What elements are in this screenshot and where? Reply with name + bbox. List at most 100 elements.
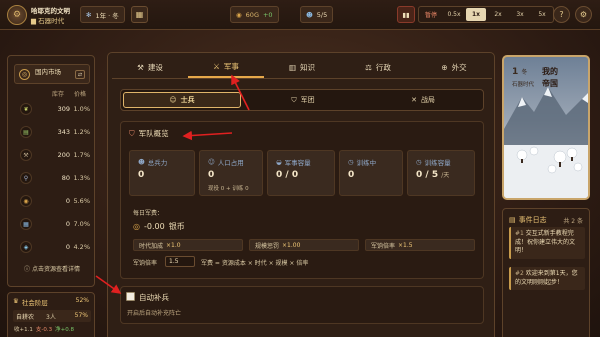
crown-icon: ♛ [13, 297, 19, 305]
tab-label: 外交 [451, 63, 467, 72]
resource-price: 1.3% [73, 174, 90, 182]
tab-1[interactable]: ⚔ 军事 [188, 57, 264, 78]
stat-card: ◷ 训练容量 0 / 5 /天 [407, 150, 475, 196]
population-pill[interactable]: ☻ 5/5 [300, 6, 334, 23]
upkeep-value: ◎ -0.00 银币 [133, 221, 185, 232]
subtab-0[interactable]: ☺ 士兵 [123, 92, 241, 108]
stat-card: ☺ 人口占用 0 现役 0 + 训练 0 [199, 150, 263, 196]
bonus-chip: 规模惩罚 ×1.00 [249, 239, 359, 251]
empire-season-word: 冬 [521, 69, 528, 76]
main-panel: ⚒ 建设 ⚔ 军事 ▥ 知识 ⚖ 行政 ⊕ 外交 ☺ 士兵 ⛉ 军团 ✕ 战局 ⛉ 军队概览 ☻ 总兵力 0 ☺… [107, 52, 495, 337]
globe-icon: ⊕ [441, 63, 448, 72]
tab-3[interactable]: ⚖ 行政 [340, 57, 416, 78]
auto-recruit-checkbox[interactable] [126, 292, 135, 301]
coin-icon: ◉ [236, 10, 242, 19]
stat-unit: /天 [441, 172, 450, 179]
event-log-title-text: 事件日志 [518, 216, 547, 224]
class-expense: 支-0.3 [35, 327, 53, 333]
wage-multiplier-input[interactable]: 1.5 [165, 256, 195, 267]
log-icon: ▤ [20, 126, 32, 138]
tool-icon: ⚲ [20, 172, 32, 184]
subtab-2[interactable]: ✕ 战局 [365, 92, 481, 108]
resource-row[interactable]: ▤ 343 1.2% [14, 124, 92, 141]
social-class-row[interactable]: 自耕农 3人 57% [13, 310, 91, 322]
main-tabs: ⚒ 建设 ⚔ 军事 ▥ 知识 ⚖ 行政 ⊕ 外交 [112, 57, 492, 79]
gear-icon[interactable]: ⚙ [575, 6, 592, 23]
bonus-chip: 军饷倍率 ×1.5 [365, 239, 475, 251]
speed-2x[interactable]: 2x [488, 8, 508, 21]
subtab-1[interactable]: ⛉ 军团 [245, 92, 361, 108]
empire-name: 我的 帝国 [542, 67, 558, 88]
speed-3x[interactable]: 3x [510, 8, 530, 21]
resource-row[interactable]: ❦ 309 1.0% [14, 101, 92, 118]
upkeep-unit: 银币 [168, 222, 185, 231]
speed-1x[interactable]: 1x [466, 8, 486, 21]
pickaxe-icon: ⚒ [20, 149, 32, 161]
social-pct: 52% [75, 297, 89, 304]
bonus-value: ×1.0 [166, 241, 181, 249]
market-toggle-button[interactable]: ⇄ [75, 70, 85, 79]
tab-label: 建设 [147, 63, 163, 72]
clock-icon: ◷ [416, 158, 422, 166]
civ-name: 哈耶克的文明 [31, 7, 70, 15]
social-title: ♛ 社会阶层 [13, 297, 48, 307]
resource-row[interactable]: ◈ 0 4.2% [14, 239, 92, 256]
money-pill[interactable]: ◉ 60G +0 [230, 6, 279, 23]
class-finance: 收+1.1 支-0.3 净+0.8 [14, 325, 74, 333]
resource-row[interactable]: ◉ 0 5.6% [14, 193, 92, 210]
user-icon: ☺ [208, 158, 215, 166]
class-count: 3人 [46, 314, 56, 321]
col-stock: 库存 [52, 91, 65, 98]
event-item[interactable]: #1 交互式新手教程完成！祝你建立伟大的文明！ [509, 227, 585, 259]
event-count: 共 2 条 [563, 218, 583, 225]
tab-label: 军事 [223, 62, 239, 71]
tab-0[interactable]: ⚒ 建设 [112, 57, 188, 78]
stat-label: ☻ 总兵力 [138, 157, 167, 167]
subtab-label: 战局 [420, 96, 435, 104]
resource-row[interactable]: ▦ 0 7.0% [14, 216, 92, 233]
help-icon[interactable]: ? [553, 6, 570, 23]
event-num: #1 [515, 230, 524, 237]
top-bar: ⚙ 哈耶克的文明 ▆ 石器时代 ✻ 1年 · 冬 ▦ ◉ 60G +0 ☻ 5/… [0, 0, 600, 30]
pause-icon[interactable]: ▮▮ [397, 6, 415, 23]
scroll-icon: ▤ [509, 216, 516, 224]
building-icon: ▆ [31, 17, 36, 25]
resource-stock: 0 [65, 243, 70, 251]
resource-stock: 200 [57, 151, 70, 159]
era-label: 石器时代 [38, 17, 65, 25]
tab-label: 行政 [375, 63, 391, 72]
resource-price: 7.0% [73, 220, 90, 228]
resource-row[interactable]: ⚲ 80 1.3% [14, 170, 92, 187]
coin-stack-icon: ◎ [133, 222, 140, 231]
coin-icon: ◉ [20, 195, 32, 207]
stat-value-text: 0 / 5 [416, 170, 439, 180]
helmet-icon: ◒ [276, 158, 282, 166]
army-overview-title-text: 军队概览 [138, 129, 169, 138]
social-panel: ♛ 社会阶层 52% 自耕农 3人 57% 收+1.1 支-0.3 净+0.8 [7, 292, 95, 337]
event-item[interactable]: #2 欢迎来到第1天，您的文明刚刚起步！ [509, 267, 585, 290]
speed-controls: 暂停 0.5x 1x 2x 3x 5x [418, 6, 554, 23]
market-footer: ⓘ 点击资源查看详情 [8, 264, 96, 273]
stat-label-text: 训练容量 [424, 159, 451, 167]
pause-button[interactable]: 暂停 [420, 8, 442, 21]
tab-4[interactable]: ⊕ 外交 [416, 57, 492, 78]
civ-logo-icon[interactable]: ⚙ [7, 5, 27, 25]
speed-5x[interactable]: 5x [532, 8, 552, 21]
civ-era: ▆ 石器时代 [31, 15, 64, 25]
resource-price: 4.2% [73, 243, 90, 251]
tab-2[interactable]: ▥ 知识 [264, 57, 340, 78]
upkeep-label: 每日军费： [133, 210, 164, 217]
stat-label: ◷ 训练中 [348, 157, 376, 167]
bonus-label: 规模惩罚 [255, 242, 280, 250]
stat-value: 0 / 5 /天 [416, 170, 449, 180]
stat-label: ☺ 人口占用 [208, 157, 244, 167]
resource-row[interactable]: ⚒ 200 1.7% [14, 147, 92, 164]
stat-value: 0 [208, 170, 214, 180]
soldier-icon: ☺ [169, 96, 177, 104]
calendar-icon[interactable]: ▦ [131, 6, 148, 23]
resource-stock: 0 [65, 220, 70, 228]
empire-card[interactable]: 1 冬 石器时代 我的 帝国 [502, 55, 590, 200]
money-delta: +0 [262, 10, 273, 19]
speed-0.5x[interactable]: 0.5x [444, 8, 464, 21]
scale-icon: ⚖ [365, 63, 372, 72]
